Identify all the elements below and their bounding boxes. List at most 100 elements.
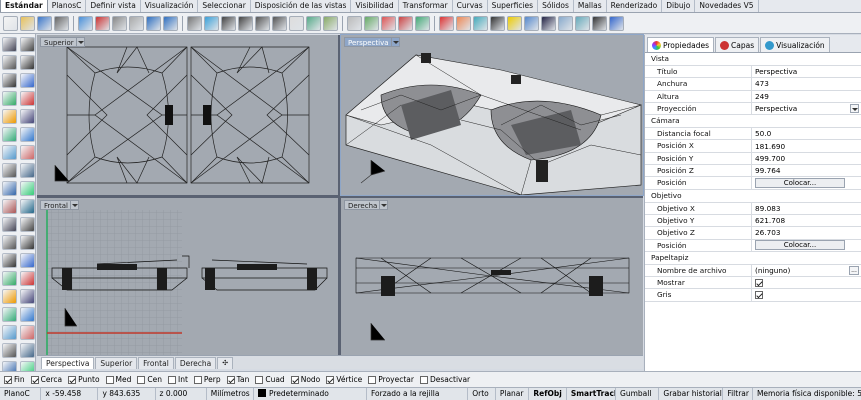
- property-value[interactable]: (ninguno)...: [752, 265, 861, 276]
- dot-icon[interactable]: [20, 343, 35, 358]
- undo-icon[interactable]: [146, 15, 161, 31]
- shaded-icon[interactable]: [347, 15, 362, 31]
- rotate-view-icon[interactable]: [204, 15, 219, 31]
- osnap-checkbox[interactable]: [419, 375, 428, 384]
- ribbon-tab[interactable]: Estándar: [0, 0, 48, 12]
- property-value[interactable]: 621.708: [752, 215, 861, 226]
- osnap-checkbox[interactable]: [226, 375, 235, 384]
- ribbon-tab[interactable]: Definir vista: [86, 0, 141, 12]
- osnap-checkbox[interactable]: [193, 375, 202, 384]
- import-icon[interactable]: [78, 15, 93, 31]
- pan-icon[interactable]: [187, 15, 202, 31]
- viewport-menu-dropdown-icon[interactable]: [70, 200, 79, 210]
- new-file-icon[interactable]: [3, 15, 18, 31]
- hatch-icon[interactable]: [20, 289, 35, 304]
- check-icon[interactable]: [2, 343, 17, 358]
- zoom-icon[interactable]: [221, 15, 236, 31]
- render-icon[interactable]: [20, 307, 35, 322]
- osnap-proyectar[interactable]: Proyectar: [368, 375, 414, 384]
- property-value[interactable]: Colocar...: [752, 240, 861, 251]
- viewport-title-perspective[interactable]: Perspectiva: [344, 37, 393, 47]
- property-value[interactable]: 249: [752, 91, 861, 102]
- join-icon[interactable]: [20, 253, 35, 268]
- osnap-checkbox[interactable]: [137, 375, 146, 384]
- analyze-icon[interactable]: [2, 307, 17, 322]
- status-layer[interactable]: Predeterminado: [254, 388, 367, 400]
- add-viewport-tab-icon[interactable]: ✣: [217, 357, 234, 369]
- property-value[interactable]: 181.690: [752, 140, 861, 151]
- arc-icon[interactable]: [20, 55, 35, 70]
- osnap-checkbox[interactable]: [30, 375, 39, 384]
- osnap-checkbox[interactable]: [4, 375, 12, 384]
- ribbon-tab[interactable]: Dibujo: [662, 0, 696, 12]
- viewport-perspective[interactable]: Perspectiva: [340, 34, 644, 196]
- rotate-icon[interactable]: [20, 199, 35, 214]
- ribbon-tab[interactable]: Disposición de las vistas: [251, 0, 352, 12]
- mirror-icon[interactable]: [20, 217, 35, 232]
- mesh-icon[interactable]: [575, 15, 590, 31]
- ribbon-tab[interactable]: Transformar: [399, 0, 453, 12]
- property-value[interactable]: 473: [752, 78, 861, 89]
- trim-icon[interactable]: [20, 235, 35, 250]
- ribbon-tab[interactable]: Curvas: [453, 0, 488, 12]
- property-value[interactable]: Colocar...: [752, 177, 861, 189]
- place-button[interactable]: Colocar...: [755, 178, 845, 189]
- property-checkbox[interactable]: [755, 291, 763, 300]
- property-value[interactable]: 99.764: [752, 165, 861, 176]
- ribbon-tab[interactable]: PlanosC: [48, 0, 87, 12]
- osnap-desactivar[interactable]: Desactivar: [419, 375, 470, 384]
- surface-icon[interactable]: [2, 127, 17, 142]
- rendered-icon[interactable]: [364, 15, 379, 31]
- open-icon[interactable]: [20, 15, 35, 31]
- group-icon[interactable]: [2, 289, 17, 304]
- text-icon[interactable]: [20, 271, 35, 286]
- viewport-title-right[interactable]: Derecha: [344, 200, 382, 210]
- panel-tab-propiedades[interactable]: Propiedades: [647, 37, 714, 52]
- viewport-title-front[interactable]: Frontal: [40, 200, 72, 210]
- osnap-tan[interactable]: Tan: [226, 375, 249, 384]
- osnap-checkbox[interactable]: [68, 375, 77, 384]
- properties-icon[interactable]: [398, 15, 413, 31]
- box-icon[interactable]: [2, 145, 17, 160]
- render-icon[interactable]: [381, 15, 396, 31]
- osnap-checkbox[interactable]: [255, 375, 264, 384]
- layer-icon[interactable]: [415, 15, 430, 31]
- status-toggle-gumball[interactable]: Gumball: [616, 388, 660, 400]
- osnap-nodo[interactable]: Nodo: [290, 375, 320, 384]
- ribbon-tab[interactable]: Seleccionar: [198, 0, 251, 12]
- ribbon-tab[interactable]: Renderizado: [607, 0, 663, 12]
- viewport-menu-dropdown-icon[interactable]: [379, 200, 388, 210]
- help-icon[interactable]: [609, 15, 624, 31]
- cut-icon[interactable]: [95, 15, 110, 31]
- curve-icon[interactable]: [2, 55, 17, 70]
- property-value[interactable]: Perspectiva: [752, 103, 861, 114]
- ribbon-tab[interactable]: Sólidos: [538, 0, 574, 12]
- osnap-perp[interactable]: Perp: [193, 375, 221, 384]
- property-value[interactable]: 89.083: [752, 203, 861, 214]
- array-icon[interactable]: [2, 235, 17, 250]
- status-toggle-filtrar[interactable]: Filtrar: [723, 388, 753, 400]
- property-checkbox[interactable]: [755, 278, 763, 287]
- viewport-menu-dropdown-icon[interactable]: [76, 37, 85, 47]
- tab-viewport-derecha[interactable]: Derecha: [174, 357, 217, 369]
- scale-icon[interactable]: [2, 217, 17, 232]
- osnap-checkbox[interactable]: [326, 375, 335, 384]
- property-value[interactable]: 50.0: [752, 128, 861, 139]
- color-wheel-icon[interactable]: [456, 15, 471, 31]
- property-value[interactable]: Perspectiva: [752, 66, 861, 77]
- split-icon[interactable]: [2, 253, 17, 268]
- select-icon[interactable]: [490, 15, 505, 31]
- zoom-selected-icon[interactable]: [272, 15, 287, 31]
- browse-file-button[interactable]: ...: [849, 265, 859, 275]
- status-toggle-orto[interactable]: Orto: [468, 388, 496, 400]
- circle-icon[interactable]: [2, 73, 17, 88]
- polygon-icon[interactable]: [20, 91, 35, 106]
- ribbon-tab[interactable]: Visualización: [141, 0, 199, 12]
- property-value[interactable]: [752, 289, 861, 300]
- osnap-cuad[interactable]: Cuad: [255, 375, 285, 384]
- boolean-icon[interactable]: [20, 163, 35, 178]
- environment-icon[interactable]: [558, 15, 573, 31]
- block-icon[interactable]: [2, 325, 17, 340]
- osnap-med[interactable]: Med: [105, 375, 131, 384]
- tab-viewport-frontal[interactable]: Frontal: [138, 357, 174, 369]
